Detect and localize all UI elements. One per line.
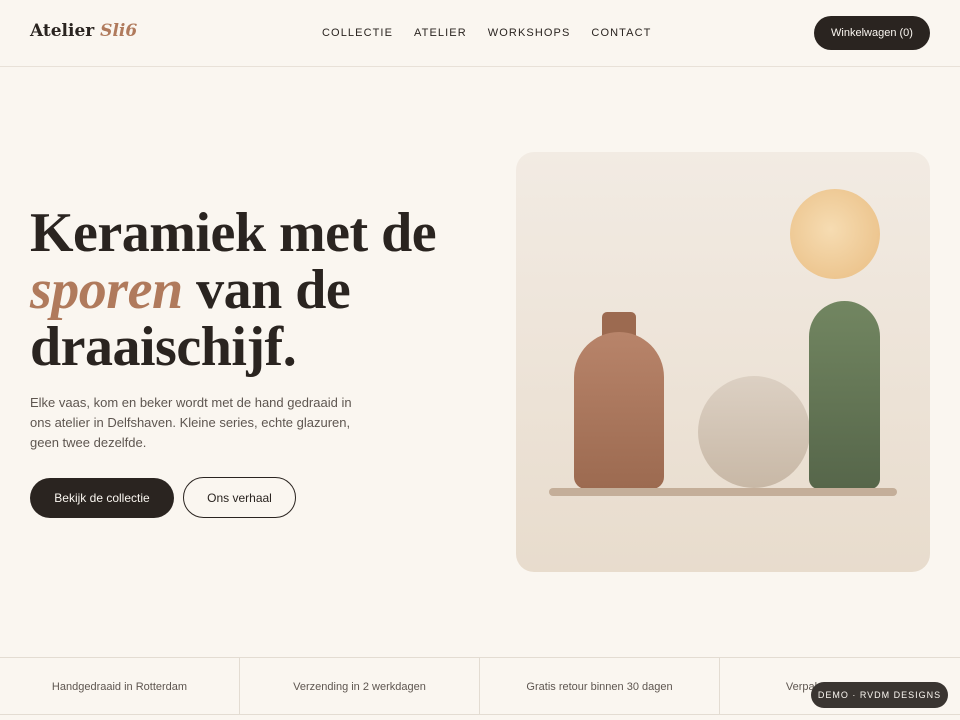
- hero-illustration: [516, 152, 930, 572]
- our-story-button[interactable]: Ons verhaal: [183, 477, 296, 518]
- nav-item-collectie[interactable]: COLLECTIE: [322, 27, 393, 39]
- cart-button[interactable]: Winkelwagen (0): [814, 16, 930, 50]
- brand-logo[interactable]: Atelier Sli6: [30, 21, 137, 41]
- feature-item: Verzending in 2 werkdagen: [240, 658, 480, 715]
- brand-accent: Sli6: [100, 21, 138, 41]
- round-bowl-shape: [698, 376, 810, 488]
- headline-line-1: Keramiek met de: [30, 202, 437, 264]
- nav-item-contact[interactable]: CONTACT: [591, 27, 651, 39]
- headline-line-2: van de: [182, 259, 351, 321]
- headline-line-3: draaischijf.: [30, 316, 297, 378]
- hero-lead-text: Elke vaas, kom en beker wordt met de han…: [30, 395, 352, 450]
- headline-italic-word: sporen: [30, 259, 183, 321]
- feature-item: Handgedraaid in Rotterdam: [0, 658, 240, 715]
- demo-badge[interactable]: DEMO · RVDM DESIGNS: [811, 682, 948, 708]
- nav-item-atelier[interactable]: ATELIER: [414, 27, 467, 39]
- nav-item-workshops[interactable]: WORKSHOPS: [488, 27, 571, 39]
- hero-headline: Keramiek met de sporen van de draaischij…: [30, 205, 470, 376]
- main-nav: COLLECTIE ATELIER WORKSHOPS CONTACT: [322, 27, 672, 39]
- green-vase: [809, 301, 880, 489]
- view-collection-button[interactable]: Bekijk de collectie: [30, 478, 174, 518]
- shelf: [549, 488, 897, 496]
- brand-name: Atelier: [30, 21, 95, 41]
- site-header: Atelier Sli6 COLLECTIE ATELIER WORKSHOPS…: [0, 0, 960, 67]
- terracotta-vase: [574, 332, 664, 489]
- feature-item: Gratis retour binnen 30 dagen: [480, 658, 720, 715]
- sun-shape: [790, 189, 880, 279]
